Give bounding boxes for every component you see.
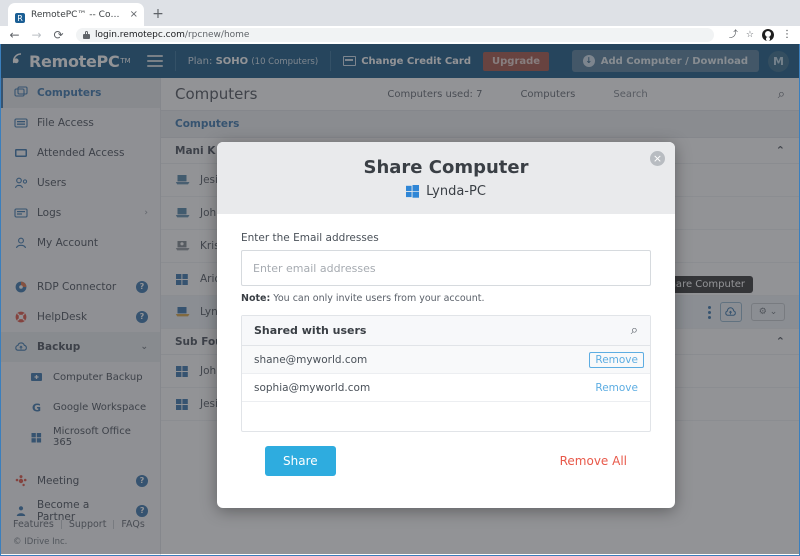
new-tab-button[interactable]: + xyxy=(150,7,166,23)
shared-user-row[interactable]: sophia@myworld.com Remove xyxy=(242,374,650,402)
browser-actions: ⤴ ☆ ⋮ xyxy=(723,29,792,41)
search-icon[interactable]: ⌕ xyxy=(631,323,638,338)
windows-icon xyxy=(406,185,419,198)
share-computer-dialog: Share Computer Lynda-PC × Enter the Emai… xyxy=(217,142,675,508)
dialog-title: Share Computer xyxy=(364,157,529,178)
email-field-label: Enter the Email addresses xyxy=(241,232,651,244)
profile-avatar-icon[interactable] xyxy=(762,29,774,41)
browser-chrome: R RemotePC™ -- Computers × + ← → ⟳ login… xyxy=(0,0,800,44)
forward-icon: → xyxy=(30,29,43,41)
remotepc-app: RemotePC TM Plan: SOHO (10 Computers) Ch… xyxy=(0,44,800,556)
address-bar[interactable]: login.remotepc.com/rpcnew/home xyxy=(76,28,714,42)
close-icon[interactable]: × xyxy=(130,10,138,20)
bookmark-star-icon[interactable]: ☆ xyxy=(746,31,754,40)
share-icon[interactable]: ⤴ xyxy=(729,31,738,40)
note-text: Note: You can only invite users from you… xyxy=(241,293,651,304)
shared-user-email: sophia@myworld.com xyxy=(254,382,370,394)
shared-users-empty-row xyxy=(242,402,650,431)
share-button[interactable]: Share xyxy=(265,446,336,476)
remotepc-favicon-icon: R xyxy=(14,9,26,21)
dialog-subtitle: Lynda-PC xyxy=(406,184,486,199)
shared-user-email: shane@myworld.com xyxy=(254,354,367,366)
browser-menu-icon[interactable]: ⋮ xyxy=(782,30,792,40)
remove-user-button[interactable]: Remove xyxy=(595,382,638,394)
remove-user-button[interactable]: Remove xyxy=(589,352,644,368)
remove-all-button[interactable]: Remove All xyxy=(560,454,627,468)
shared-users-table: Shared with users ⌕ shane@myworld.com Re… xyxy=(241,315,651,432)
email-input[interactable]: Enter email addresses xyxy=(241,250,651,286)
note-body: You can only invite users from your acco… xyxy=(273,293,484,304)
browser-toolbar: ← → ⟳ login.remotepc.com/rpcnew/home ⤴ ☆… xyxy=(0,26,800,44)
reload-icon[interactable]: ⟳ xyxy=(52,29,65,41)
close-icon[interactable]: × xyxy=(650,151,665,166)
browser-tabstrip: R RemotePC™ -- Computers × + xyxy=(0,0,800,26)
address-bar-url: login.remotepc.com/rpcnew/home xyxy=(95,30,249,40)
browser-tab[interactable]: R RemotePC™ -- Computers × xyxy=(8,3,144,26)
dialog-header: Share Computer Lynda-PC × xyxy=(217,142,675,214)
browser-tab-title: RemotePC™ -- Computers xyxy=(31,10,125,20)
shared-users-title: Shared with users xyxy=(254,324,366,337)
shared-user-row[interactable]: shane@myworld.com Remove xyxy=(242,346,650,374)
computer-name: Lynda-PC xyxy=(426,184,486,199)
lock-icon xyxy=(83,31,90,39)
back-icon[interactable]: ← xyxy=(8,29,21,41)
dialog-footer: Share Remove All xyxy=(241,432,651,476)
dialog-body: Enter the Email addresses Enter email ad… xyxy=(217,214,675,476)
shared-users-header: Shared with users ⌕ xyxy=(242,316,650,346)
svg-text:R: R xyxy=(17,14,23,23)
note-prefix: Note: xyxy=(241,293,270,304)
